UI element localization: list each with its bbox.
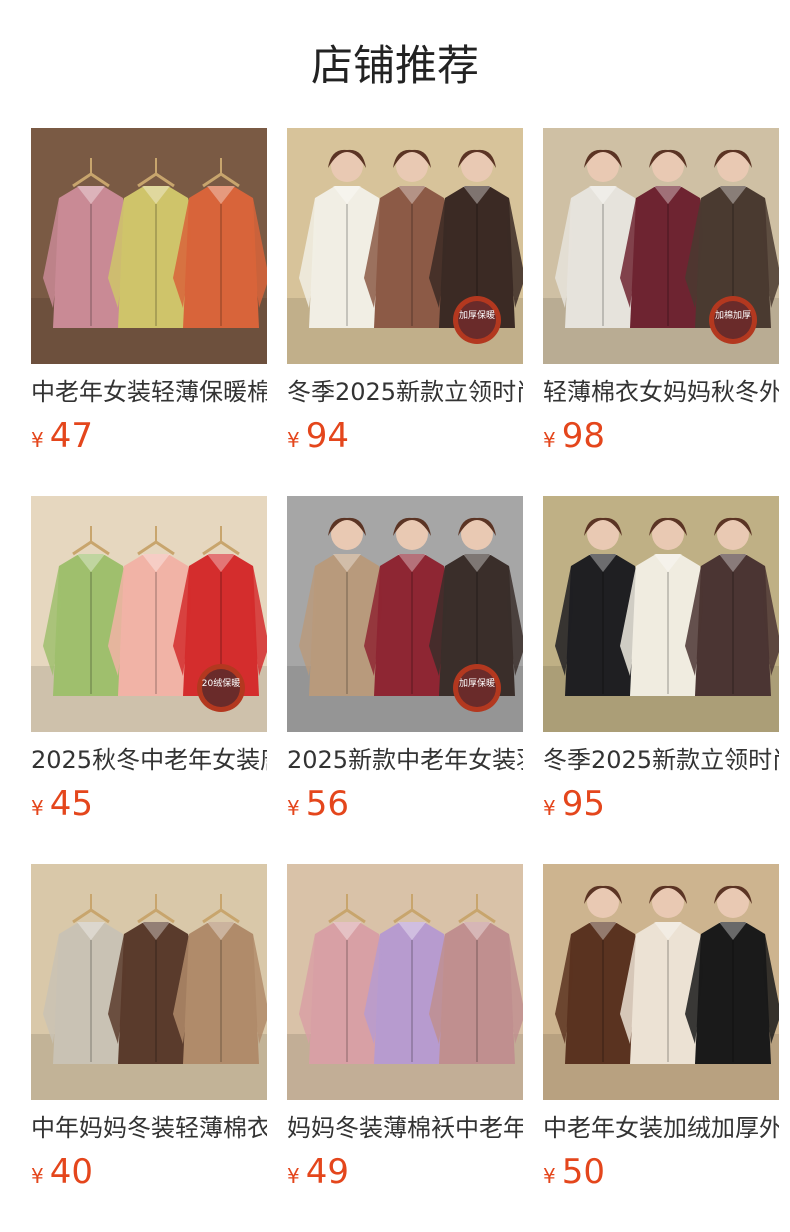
price-value: 47	[49, 416, 93, 456]
product-image	[287, 864, 523, 1100]
product-name[interactable]: 2025秋冬中老年女装唐装棉袄	[31, 742, 267, 778]
currency-symbol: ¥	[543, 1164, 556, 1188]
product-name[interactable]: 冬季2025新款立领时尚棉服	[287, 374, 523, 410]
product-price: ¥40	[31, 1152, 93, 1192]
product-price: ¥50	[543, 1152, 605, 1192]
price-value: 45	[49, 784, 93, 824]
currency-symbol: ¥	[543, 796, 556, 820]
product-price: ¥94	[287, 416, 349, 456]
product-name[interactable]: 轻薄棉衣女妈妈秋冬外套	[543, 374, 779, 410]
badge-text: 加厚保暖	[459, 309, 495, 321]
price-value: 56	[305, 784, 349, 824]
price-value: 40	[49, 1152, 93, 1192]
product-name[interactable]: 中老年女装轻薄保暖棉衣	[31, 374, 267, 410]
product-thumbnail[interactable]: 加棉加厚	[543, 128, 779, 364]
price-value: 95	[561, 784, 605, 824]
product-price: ¥45	[31, 784, 93, 824]
product-image: 加厚保暖	[287, 128, 523, 364]
product-thumbnail[interactable]: 20绒保暖	[31, 496, 267, 732]
product-image	[31, 864, 267, 1100]
product-image: 加棉加厚	[543, 128, 779, 364]
currency-symbol: ¥	[31, 428, 44, 452]
product-thumbnail[interactable]	[543, 864, 779, 1100]
product-price: ¥95	[543, 784, 605, 824]
product-name[interactable]: 中年妈妈冬装轻薄棉衣外套	[31, 1110, 267, 1146]
product-image	[31, 128, 267, 364]
currency-symbol: ¥	[543, 428, 556, 452]
badge-text: 加棉加厚	[715, 309, 751, 321]
product-image: 加厚保暖	[287, 496, 523, 732]
price-value: 94	[305, 416, 349, 456]
currency-symbol: ¥	[287, 1164, 300, 1188]
product-price: ¥56	[287, 784, 349, 824]
product-name[interactable]: 妈妈冬装薄棉袄中老年上衣	[287, 1110, 523, 1146]
product-name[interactable]: 2025新款中老年女装羽绒棉服	[287, 742, 523, 778]
section-title: 店铺推荐	[310, 41, 479, 90]
product-name[interactable]: 冬季2025新款立领时尚外套	[543, 742, 779, 778]
product-name[interactable]: 中老年女装加绒加厚外套	[543, 1110, 779, 1146]
currency-symbol: ¥	[31, 1164, 44, 1188]
currency-symbol: ¥	[31, 796, 44, 820]
product-thumbnail[interactable]: 加厚保暖	[287, 128, 523, 364]
badge-text: 加厚保暖	[459, 677, 495, 689]
product-price: ¥98	[543, 416, 605, 456]
product-price: ¥49	[287, 1152, 349, 1192]
product-thumbnail[interactable]: 加厚保暖	[287, 496, 523, 732]
product-image	[543, 864, 779, 1100]
product-thumbnail[interactable]	[287, 864, 523, 1100]
badge-text: 20绒保暖	[202, 677, 240, 689]
product-price: ¥47	[31, 416, 93, 456]
price-value: 50	[561, 1152, 605, 1192]
product-thumbnail[interactable]	[543, 496, 779, 732]
price-value: 98	[561, 416, 605, 456]
product-image	[543, 496, 779, 732]
currency-symbol: ¥	[287, 796, 300, 820]
product-thumbnail[interactable]	[31, 864, 267, 1100]
price-value: 49	[305, 1152, 349, 1192]
product-thumbnail[interactable]	[31, 128, 267, 364]
currency-symbol: ¥	[287, 428, 300, 452]
product-image: 20绒保暖	[31, 496, 267, 732]
